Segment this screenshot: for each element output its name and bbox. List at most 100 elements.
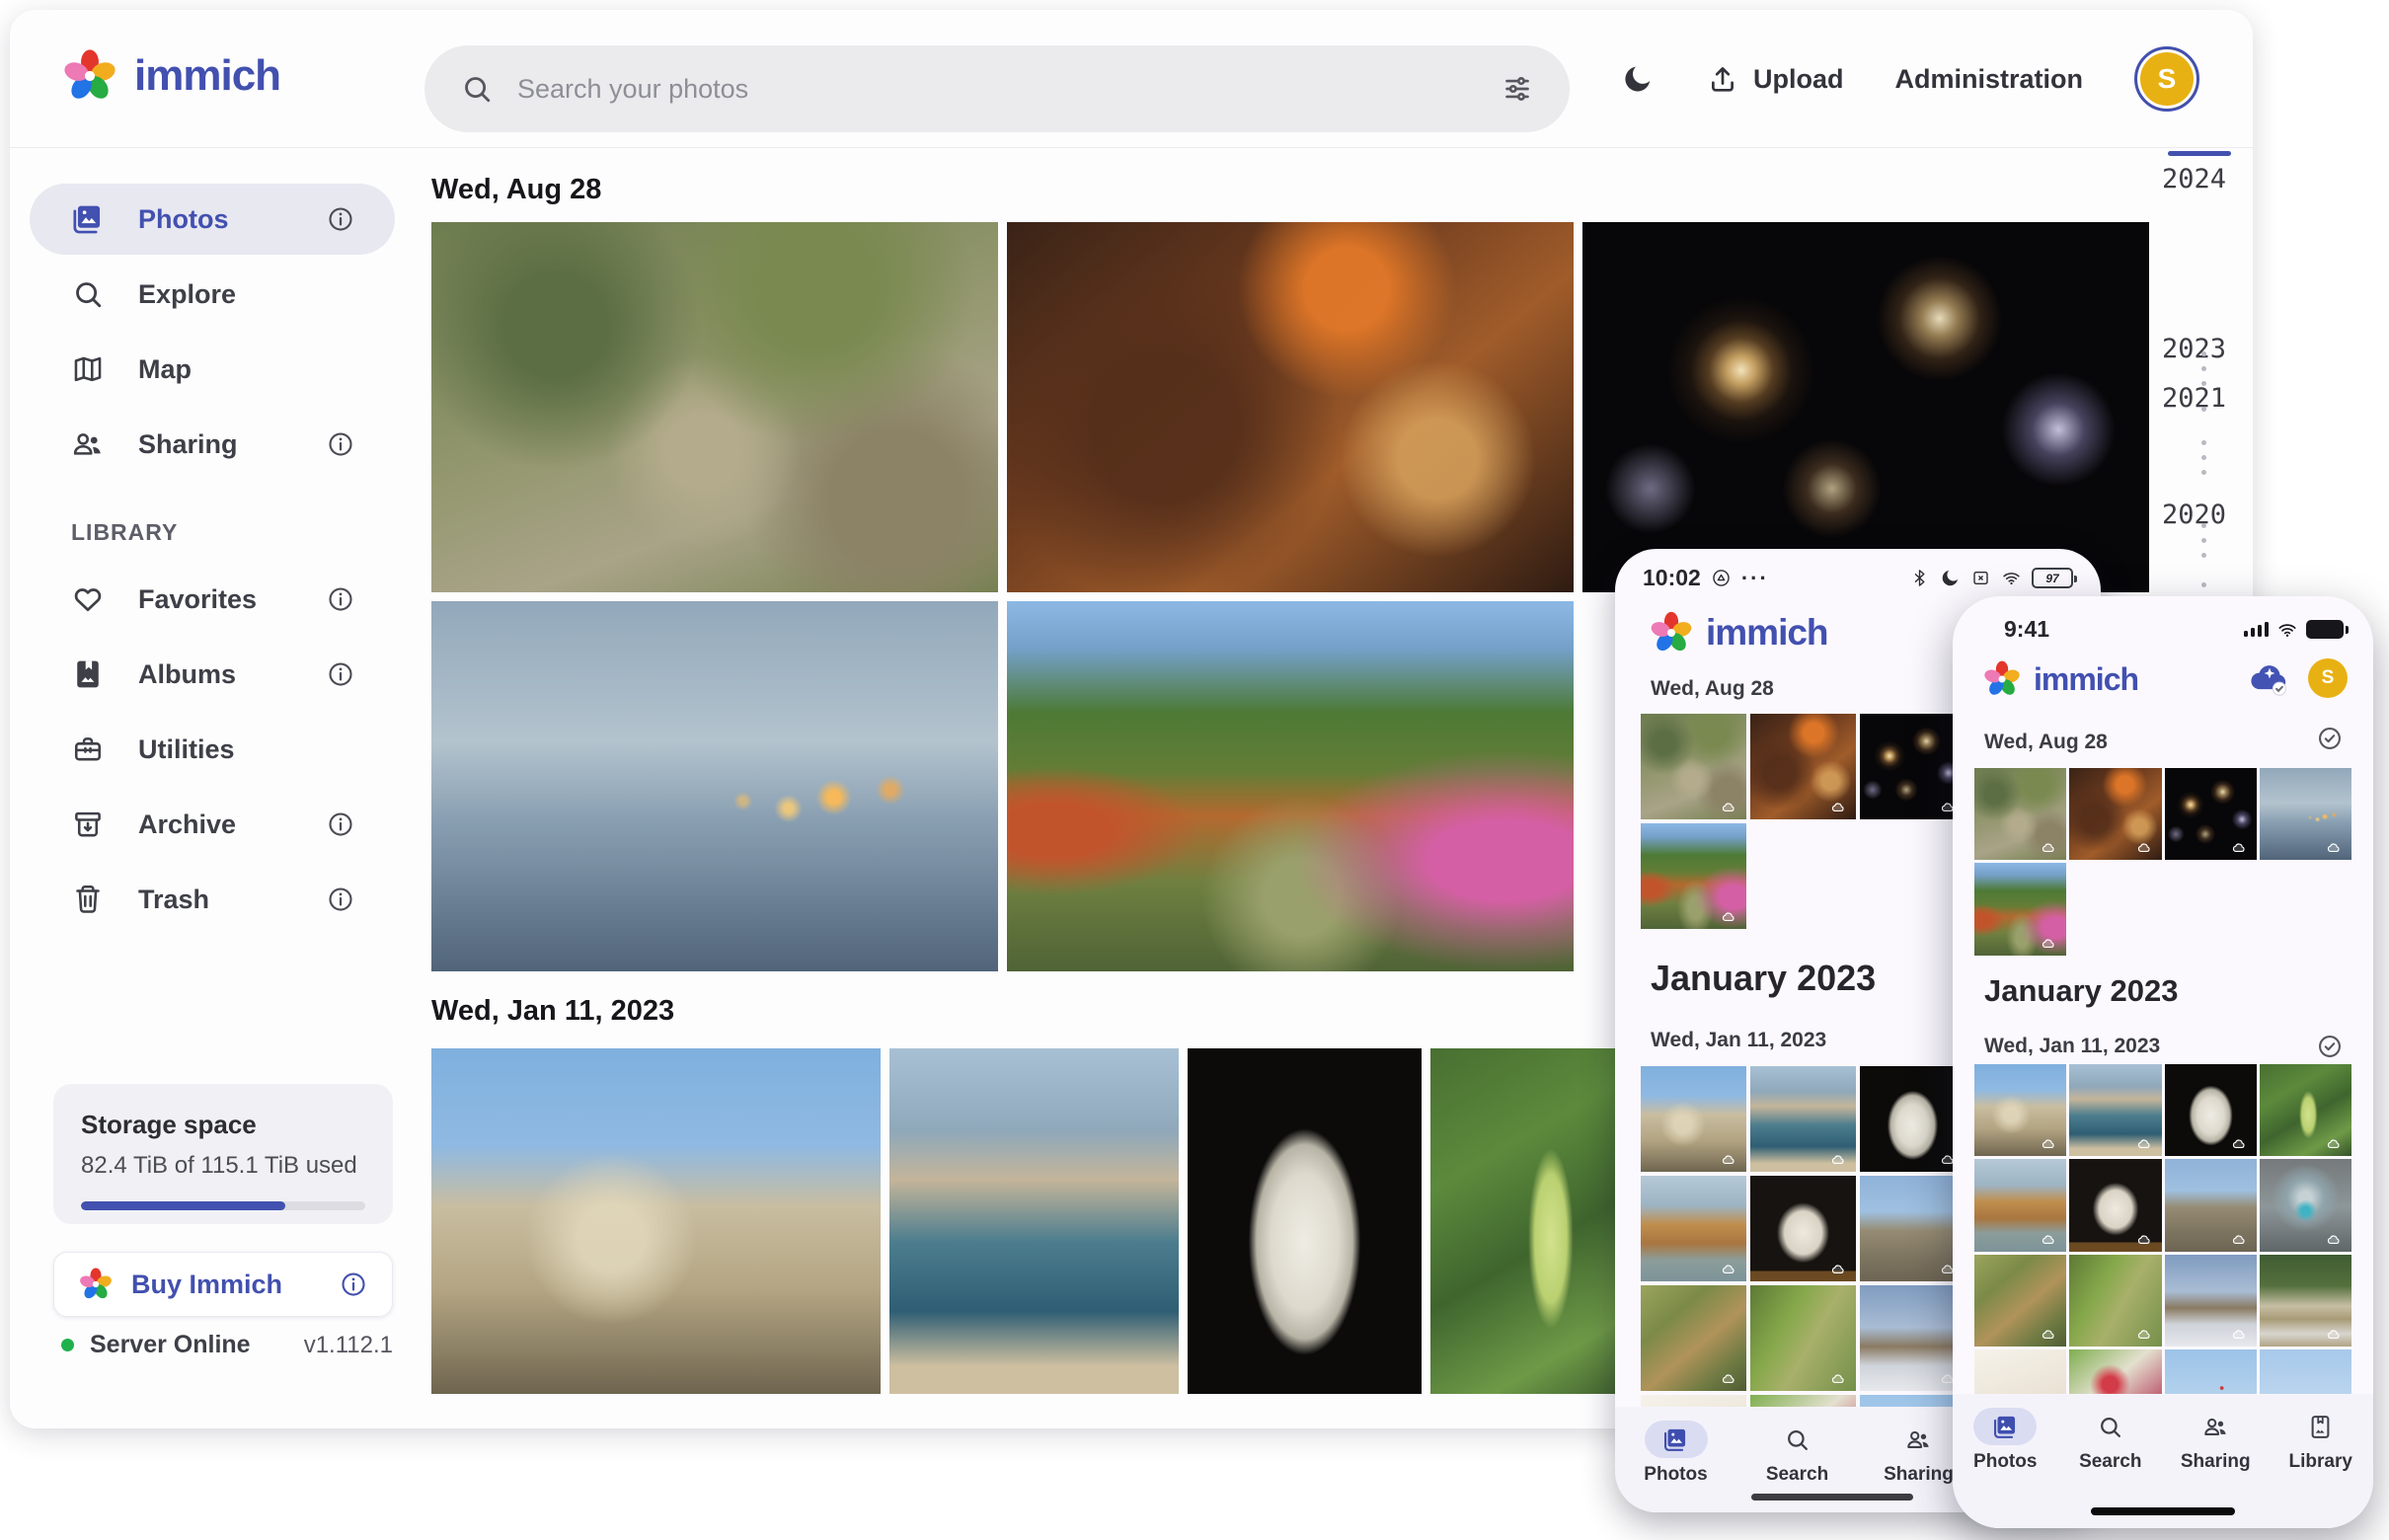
photo-dinner-table[interactable] bbox=[1007, 222, 1574, 592]
buy-immich-button[interactable]: Buy Immich bbox=[53, 1252, 393, 1317]
map-icon bbox=[71, 352, 105, 386]
photo-winter-church[interactable] bbox=[1860, 1285, 1965, 1391]
backup-cloud-icon[interactable] bbox=[2247, 655, 2292, 701]
sidebar-item-utilities[interactable]: Utilities bbox=[10, 712, 407, 787]
sidebar-item-sharing[interactable]: Sharing bbox=[10, 407, 407, 482]
photo-thumbnail[interactable] bbox=[1641, 1395, 1746, 1407]
theme-toggle-button[interactable] bbox=[1621, 62, 1655, 96]
photo-zoo-monkeys[interactable] bbox=[431, 222, 998, 592]
select-all-check-icon[interactable] bbox=[2316, 1033, 2344, 1060]
photo-autumn-park[interactable] bbox=[1641, 823, 1746, 929]
scrubber-year[interactable]: 2021 bbox=[2162, 383, 2226, 414]
photo-flowers[interactable] bbox=[1750, 1395, 1856, 1407]
info-icon[interactable] bbox=[326, 659, 355, 689]
photo-marble-bust[interactable] bbox=[1860, 1066, 1965, 1172]
sidebar-item-trash[interactable]: Trash bbox=[10, 862, 407, 937]
nav-tab-search[interactable]: Search bbox=[2058, 1408, 2164, 1473]
photo-alpine-village[interactable] bbox=[2260, 1255, 2351, 1347]
scrubber-tick bbox=[2201, 351, 2206, 356]
photo-sky[interactable] bbox=[2260, 1349, 2351, 1394]
date-group-header: Wed, Jan 11, 2023 bbox=[1651, 1029, 1826, 1052]
info-icon[interactable] bbox=[326, 429, 355, 459]
photo-lizard-moss[interactable] bbox=[2069, 1255, 2161, 1347]
nav-tab-photos[interactable]: Photos bbox=[1953, 1408, 2058, 1473]
photo-autumn-park[interactable] bbox=[1974, 863, 2066, 955]
cloud-icon bbox=[2038, 1136, 2059, 1152]
photo-beach-cliff[interactable] bbox=[1974, 1159, 2066, 1251]
info-icon[interactable] bbox=[326, 204, 355, 234]
photo-fireworks[interactable] bbox=[2165, 768, 2257, 860]
wifi-icon bbox=[2276, 619, 2298, 641]
nav-tab-library[interactable]: Library bbox=[2269, 1408, 2374, 1473]
photo-dinner-table[interactable] bbox=[2069, 768, 2161, 860]
brand-text: immich bbox=[134, 51, 280, 101]
search-bar[interactable] bbox=[424, 45, 1570, 132]
info-icon[interactable] bbox=[326, 885, 355, 914]
photo-winter-church[interactable] bbox=[2165, 1255, 2257, 1347]
sidebar-item-explore[interactable]: Explore bbox=[10, 257, 407, 332]
avatar[interactable]: S bbox=[2308, 658, 2348, 698]
photo-thumbnail[interactable] bbox=[1974, 1349, 2066, 1394]
photo-fortress-walls[interactable] bbox=[431, 1048, 881, 1394]
photo-autumn-park[interactable] bbox=[1007, 601, 1574, 971]
photo-coastal-town[interactable] bbox=[1750, 1066, 1856, 1172]
sidebar-item-map[interactable]: Map bbox=[10, 332, 407, 407]
photo-zoo-monkeys[interactable] bbox=[1641, 714, 1746, 819]
sidebar-item-favorites[interactable]: Favorites bbox=[10, 562, 407, 637]
photo-fortress-walls[interactable] bbox=[1974, 1064, 2066, 1156]
sidebar-item-photos[interactable]: Photos bbox=[10, 182, 407, 257]
photo-beach-cliff[interactable] bbox=[1641, 1176, 1746, 1281]
search-input[interactable] bbox=[517, 74, 1477, 105]
info-icon[interactable] bbox=[339, 1270, 368, 1299]
photo-holding-hands[interactable] bbox=[431, 601, 998, 971]
select-all-check-icon[interactable] bbox=[2316, 725, 2344, 752]
wifi-icon bbox=[2001, 568, 2022, 588]
sidebar-item-albums[interactable]: Albums bbox=[10, 637, 407, 712]
nav-tab-photos[interactable]: Photos bbox=[1615, 1421, 1736, 1486]
photo-fortress-walls[interactable] bbox=[1641, 1066, 1746, 1172]
nav-label: Photos bbox=[1973, 1451, 2037, 1473]
upload-button[interactable]: Upload bbox=[1706, 62, 1844, 96]
photo-dinner-table[interactable] bbox=[1750, 714, 1856, 819]
photo-lizard-leaves[interactable] bbox=[1641, 1285, 1746, 1391]
photo-sea-grapes[interactable] bbox=[2260, 1064, 2351, 1156]
photo-marble-bust[interactable] bbox=[2165, 1064, 2257, 1156]
nav-tab-search[interactable]: Search bbox=[1736, 1421, 1858, 1486]
info-icon[interactable] bbox=[326, 809, 355, 839]
scrubber-year[interactable]: 2020 bbox=[2162, 500, 2226, 530]
photo-marble-sculpture[interactable] bbox=[1750, 1176, 1856, 1281]
gesture-bar bbox=[1751, 1494, 1913, 1501]
sidebar-item-archive[interactable]: Archive bbox=[10, 787, 407, 862]
avatar[interactable]: S bbox=[2134, 46, 2199, 112]
scrubber-year[interactable]: 2024 bbox=[2162, 164, 2226, 194]
photo-sky-plane[interactable] bbox=[2165, 1349, 2257, 1394]
photo-zoo-monkeys[interactable] bbox=[1974, 768, 2066, 860]
photo-coastal-town[interactable] bbox=[2069, 1064, 2161, 1156]
photo-flowers[interactable] bbox=[2069, 1349, 2161, 1394]
immich-logo[interactable]: immich bbox=[61, 47, 280, 105]
scrubber-year[interactable]: 2023 bbox=[2162, 334, 2226, 364]
photo-lizard-leaves[interactable] bbox=[1974, 1255, 2066, 1347]
photo-lizard-moss[interactable] bbox=[1750, 1285, 1856, 1391]
photo-holding-hands[interactable] bbox=[2260, 768, 2351, 860]
people-icon bbox=[2202, 1414, 2229, 1440]
nav-tab-sharing[interactable]: Sharing bbox=[2163, 1408, 2269, 1473]
info-icon[interactable] bbox=[326, 584, 355, 614]
photo-marble-bust[interactable] bbox=[1188, 1048, 1422, 1394]
photo-silver-ornament[interactable] bbox=[2260, 1159, 2351, 1251]
nav-label: Photos bbox=[1644, 1464, 1707, 1486]
photo-castle-ruins[interactable] bbox=[1860, 1176, 1965, 1281]
search-filter-icon[interactable] bbox=[1501, 72, 1534, 106]
battery-percent: 97 bbox=[2045, 572, 2058, 585]
immich-flower-icon bbox=[1649, 610, 1694, 655]
photo-castle-ruins[interactable] bbox=[2165, 1159, 2257, 1251]
photo-fireworks[interactable] bbox=[1582, 222, 2149, 592]
photo-sky-plane[interactable] bbox=[1860, 1395, 1965, 1407]
photo-marble-sculpture[interactable] bbox=[2069, 1159, 2161, 1251]
cloud-icon bbox=[2038, 1327, 2059, 1343]
scrubber-tick bbox=[2201, 582, 2206, 587]
administration-link[interactable]: Administration bbox=[1894, 64, 2083, 95]
photo-coastal-town[interactable] bbox=[889, 1048, 1179, 1394]
photo-fireworks[interactable] bbox=[1860, 714, 1965, 819]
server-status-row: Server Online v1.112.1 bbox=[61, 1331, 393, 1359]
